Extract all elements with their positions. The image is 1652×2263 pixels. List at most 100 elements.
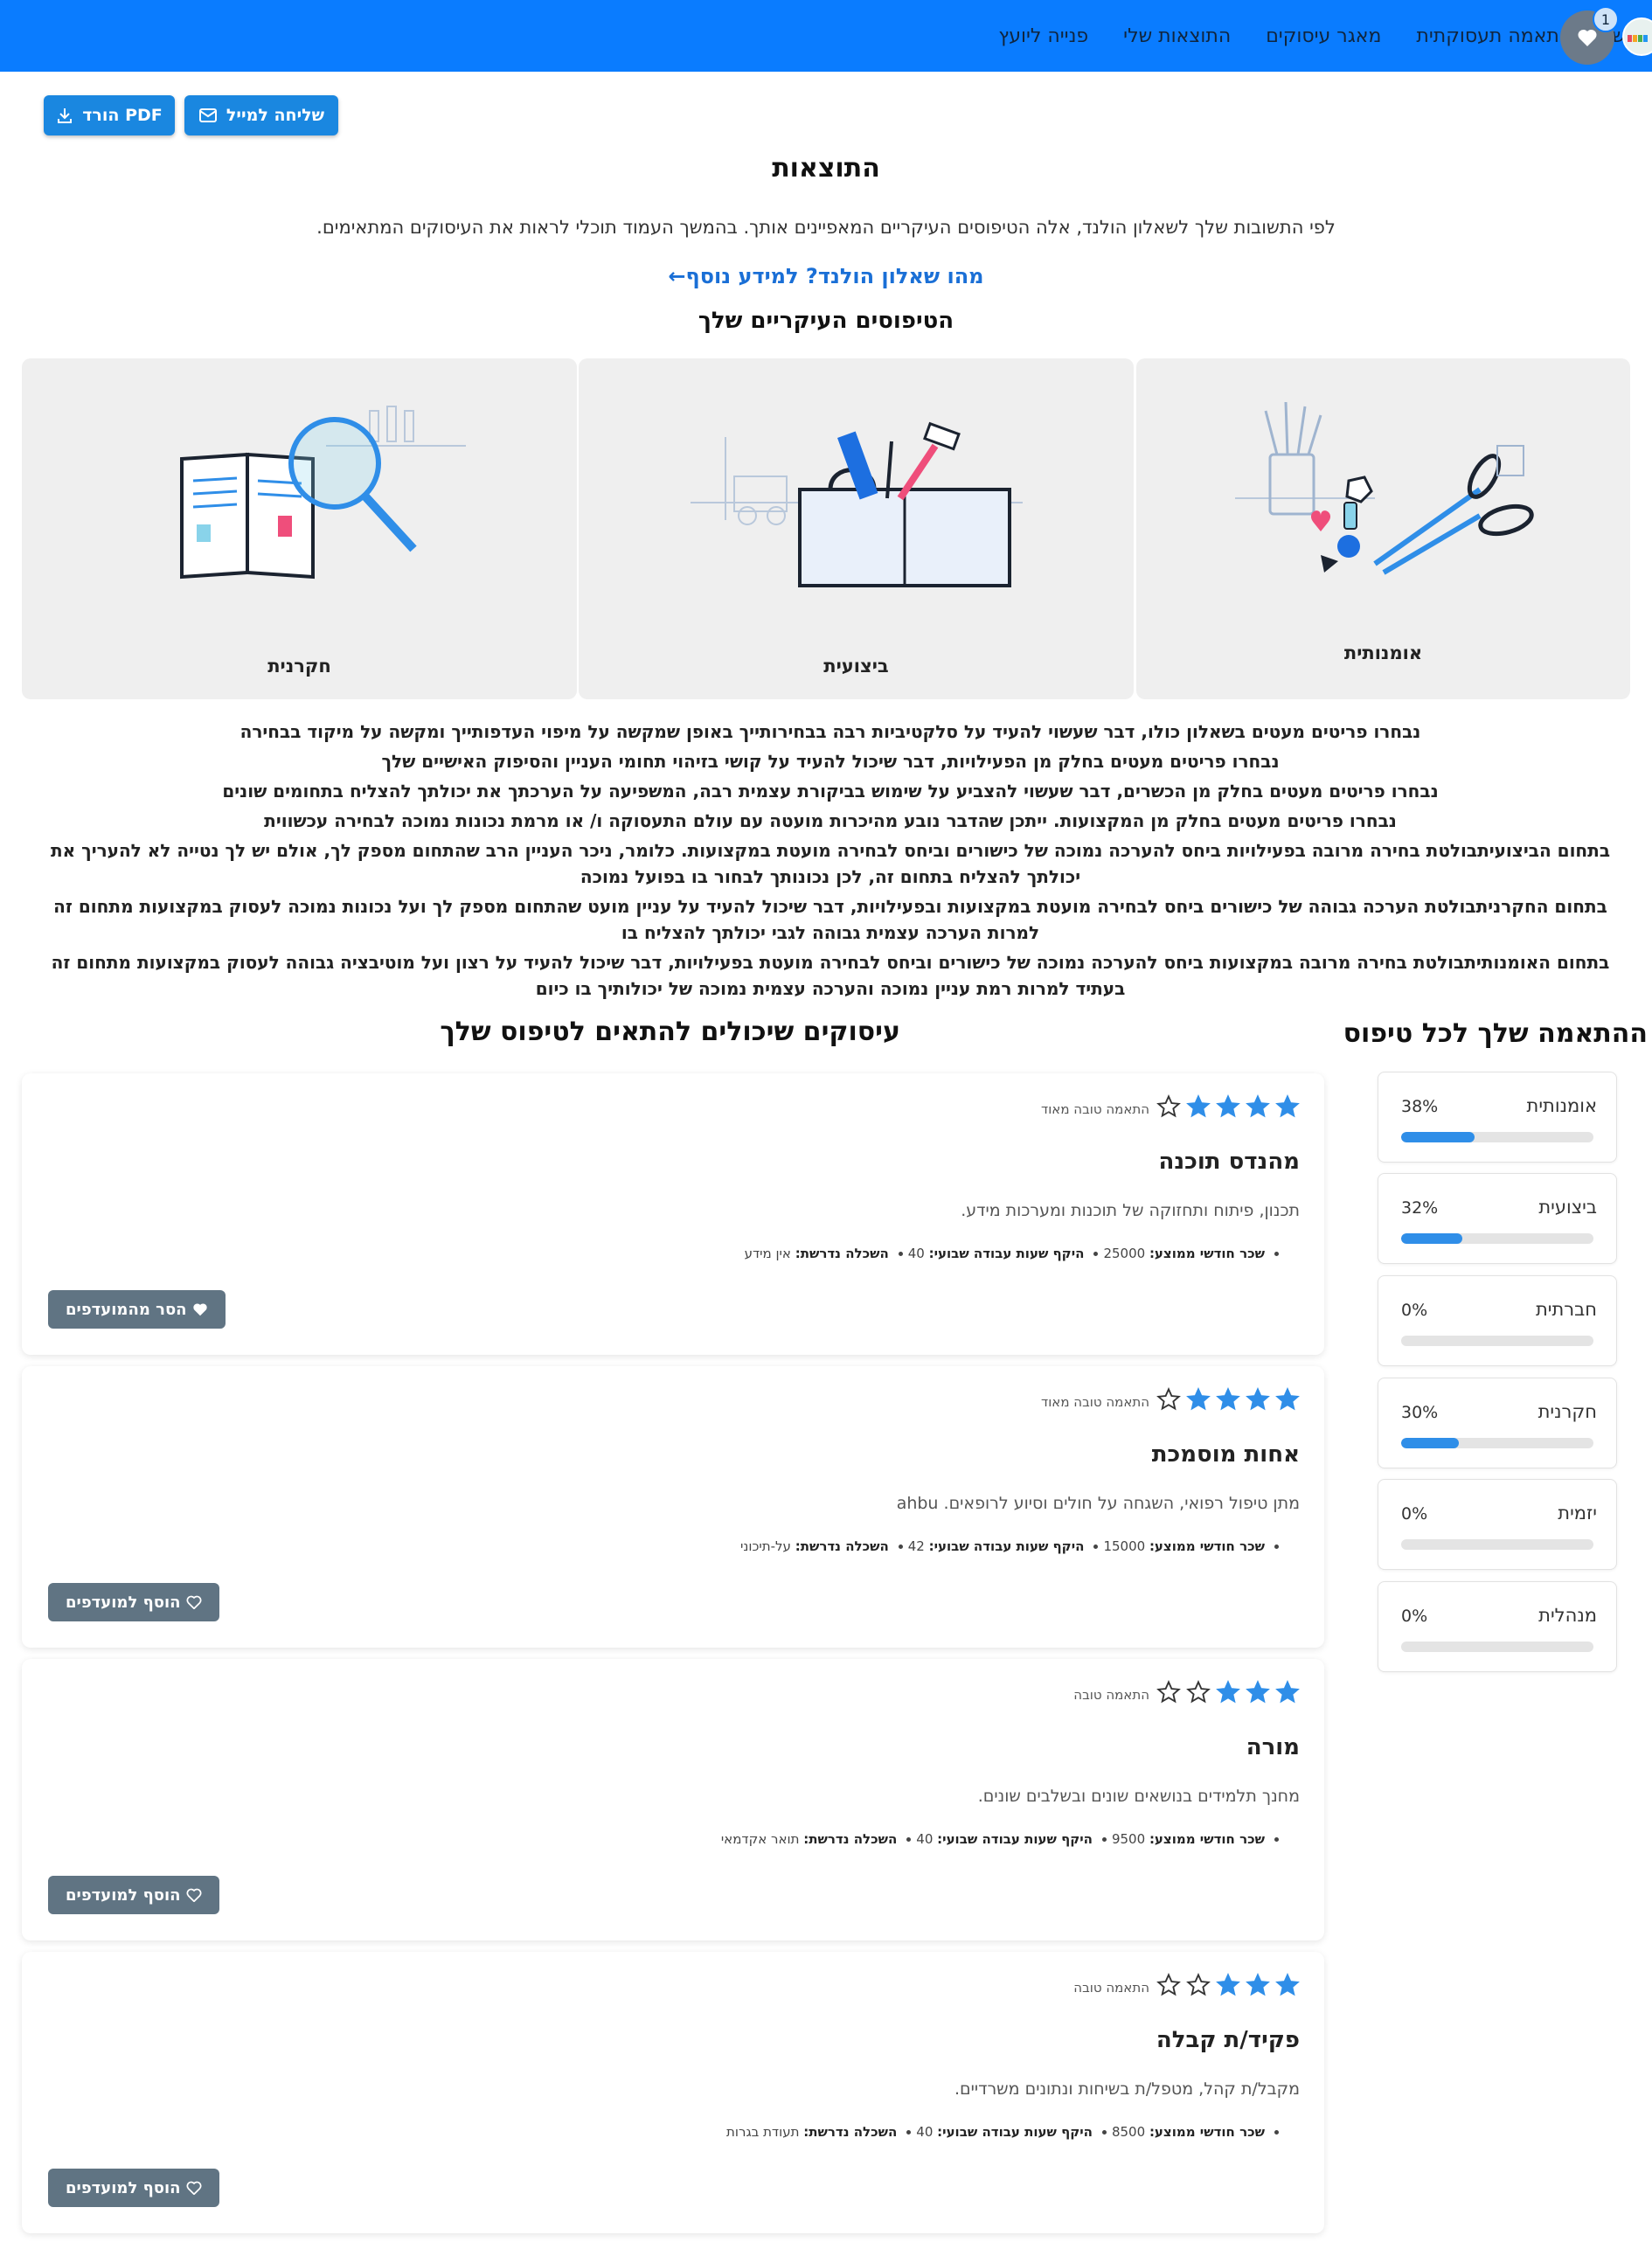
job-details: שכר חודשי ממוצע: 9500 היקף שעות עבודה שבו… [721,1831,1265,1847]
type-label-realistic: ביצועית [823,656,889,677]
education-value: אין מידע [744,1246,791,1261]
logo-icon [1628,35,1648,42]
job-rating-label: התאמה טובה מאוד [1041,1394,1149,1410]
favorite-toggle-button[interactable]: הוסף למועדפים [48,1876,219,1914]
job-title[interactable]: מורה [1246,1734,1300,1760]
education-value: תואר אקדמאי [720,1831,800,1847]
education-value: תעודת בגרות [726,2124,800,2140]
match-percent: 32% [1401,1198,1439,1218]
salary-label: שכר חודשי ממוצע: [1149,1246,1265,1261]
star-filled-icon [1216,1973,1240,1996]
job-description: תכנון, פיתוח ותחזוקה של תוכנות ומערכות מ… [961,1201,1300,1220]
job-card: התאמה טובה מאוד אחות מוסמכת מתן טיפול רפוא… [22,1366,1324,1648]
education-label: השכלה נדרשת: [803,1831,898,1847]
match-percent: 0% [1401,1607,1428,1626]
star-empty-icon [1156,1973,1181,1996]
type-label-artistic: אומנותית [1343,642,1423,663]
job-title[interactable]: מהנדס תוכנה [1158,1149,1300,1175]
salary-value: 25000 [1103,1246,1146,1261]
art-supplies-illustration [1234,401,1534,575]
education-label: השכלה נדרשת: [795,1246,889,1261]
education-value: על-תיכוני [740,1538,791,1554]
star-filled-icon [1216,1387,1240,1411]
nav-link-occupations[interactable]: מאגר עיסוקים [1266,25,1381,47]
download-pdf-button[interactable]: PDF הורד [44,95,175,135]
job-salary: שכר חודשי ממוצע: 9500 [1112,1831,1265,1847]
job-rating-label: התאמה טובה מאוד [1041,1101,1149,1117]
heart-outline-icon [186,1595,202,1609]
star-empty-icon [1186,1680,1211,1704]
star-filled-icon [1275,1387,1300,1411]
heart-filled-icon [192,1303,207,1316]
match-progress-track [1401,1336,1593,1346]
job-salary: שכר חודשי ממוצע: 15000 [1103,1538,1265,1554]
send-email-button[interactable]: שליחה למייל [184,95,338,135]
favorite-toggle-button[interactable]: הוסף למועדפים [48,2169,219,2207]
match-progress-track [1401,1438,1593,1448]
explanation-1: נבחרו פריטים מעטים בשאלון כולו, דבר שעשו… [239,721,1421,742]
salary-label: שכר חודשי ממוצע: [1149,2124,1265,2140]
more-info-link[interactable]: מהו שאלון הולנד? למידע נוסף← [0,264,1652,288]
job-hours: היקף שעות עבודה שבועי: 40 [908,1246,1085,1261]
job-rating-label: התאמה טובה [1073,1980,1149,1996]
hours-value: 40 [916,2124,934,2140]
download-icon [58,108,73,123]
star-filled-icon [1216,1094,1240,1118]
favorite-toggle-button[interactable]: הסר מהמועדפים [48,1290,226,1329]
salary-value: 8500 [1111,2124,1146,2140]
hours-value: 42 [907,1538,925,1554]
job-education: השכלה נדרשת: תעודת בגרות [726,2124,897,2140]
envelope-icon [198,108,217,122]
job-card: התאמה טובה פקיד/ת קבלה מקבל/ת קהל, מטפל/ת … [22,1952,1324,2233]
match-type-name: חקרנית [1537,1401,1597,1422]
job-details: שכר חודשי ממוצע: 8500 היקף שעות עבודה שבו… [726,2124,1265,2140]
match-section-title: ההתאמה שלך לכל טיפוס [1343,1018,1648,1049]
job-salary: שכר חודשי ממוצע: 8500 [1112,2124,1265,2140]
star-empty-icon [1156,1094,1181,1118]
match-progress-track [1401,1233,1593,1244]
nav-link-contact-advisor[interactable]: פנייה ליועץ [998,25,1088,47]
favorites-count-badge: 1 [1593,6,1619,32]
types-title: הטיפוסים העיקריים שלך [698,308,954,334]
job-title[interactable]: אחות מוסמכת [1152,1441,1300,1468]
education-label: השכלה נדרשת: [795,1538,889,1554]
match-percent: 0% [1401,1504,1428,1524]
job-education: השכלה נדרשת: תואר אקדמאי [721,1831,897,1847]
job-rating-stars [1156,1680,1300,1704]
job-hours: היקף שעות עבודה שבועי: 42 [908,1538,1085,1554]
star-empty-icon [1156,1387,1181,1411]
favorite-toggle-label: הוסף למועדפים [66,1885,181,1905]
match-progress-fill [1401,1233,1463,1244]
job-details: שכר חודשי ממוצע: 25000 היקף שעות עבודה שב… [745,1246,1265,1261]
star-filled-icon [1275,1973,1300,1996]
match-item: חברתית 0% [1378,1275,1617,1366]
favorite-toggle-button[interactable]: הוסף למועדפים [48,1583,219,1621]
match-item: אומנותית 38% [1378,1072,1617,1163]
hours-value: 40 [907,1246,925,1261]
type-card-artistic: אומנותית [1136,358,1630,699]
job-rating-stars [1156,1387,1300,1412]
match-percent: 38% [1401,1097,1439,1116]
intro-text: לפי התשובות שלך לשאלון הולנד, אלה הטיפוס… [316,217,1336,238]
job-details: שכר חודשי ממוצע: 15000 היקף שעות עבודה שב… [740,1538,1265,1554]
book-magnifier-illustration [179,406,466,580]
nav-links: שאלון התאמה תעסוקתית מאגר עיסוקים התוצאו… [998,0,1652,72]
top-navbar: שאלון התאמה תעסוקתית מאגר עיסוקים התוצאו… [0,0,1652,72]
match-progress-track [1401,1642,1593,1652]
nav-link-my-results[interactable]: התוצאות שלי [1123,25,1231,47]
job-description: מתן טיפול רפואי, השגחה על חולים וסיוע לר… [896,1494,1300,1513]
match-progress-track [1401,1539,1593,1550]
star-filled-icon [1275,1094,1300,1118]
favorite-toggle-label: הוסף למועדפים [66,1593,181,1612]
send-email-label: שליחה למייל [226,106,325,125]
heart-outline-icon [186,2181,202,2195]
job-title[interactable]: פקיד/ת קבלה [1156,2027,1300,2053]
job-rating-stars [1156,1973,1300,1997]
job-card: התאמה טובה מורה מחנך תלמידים בנושאים שונים… [22,1659,1324,1940]
star-filled-icon [1186,1094,1211,1118]
star-filled-icon [1246,1094,1270,1118]
heart-icon [1578,29,1597,46]
match-type-name: ביצועית [1538,1197,1597,1218]
star-filled-icon [1275,1680,1300,1704]
match-progress-fill [1401,1132,1475,1142]
